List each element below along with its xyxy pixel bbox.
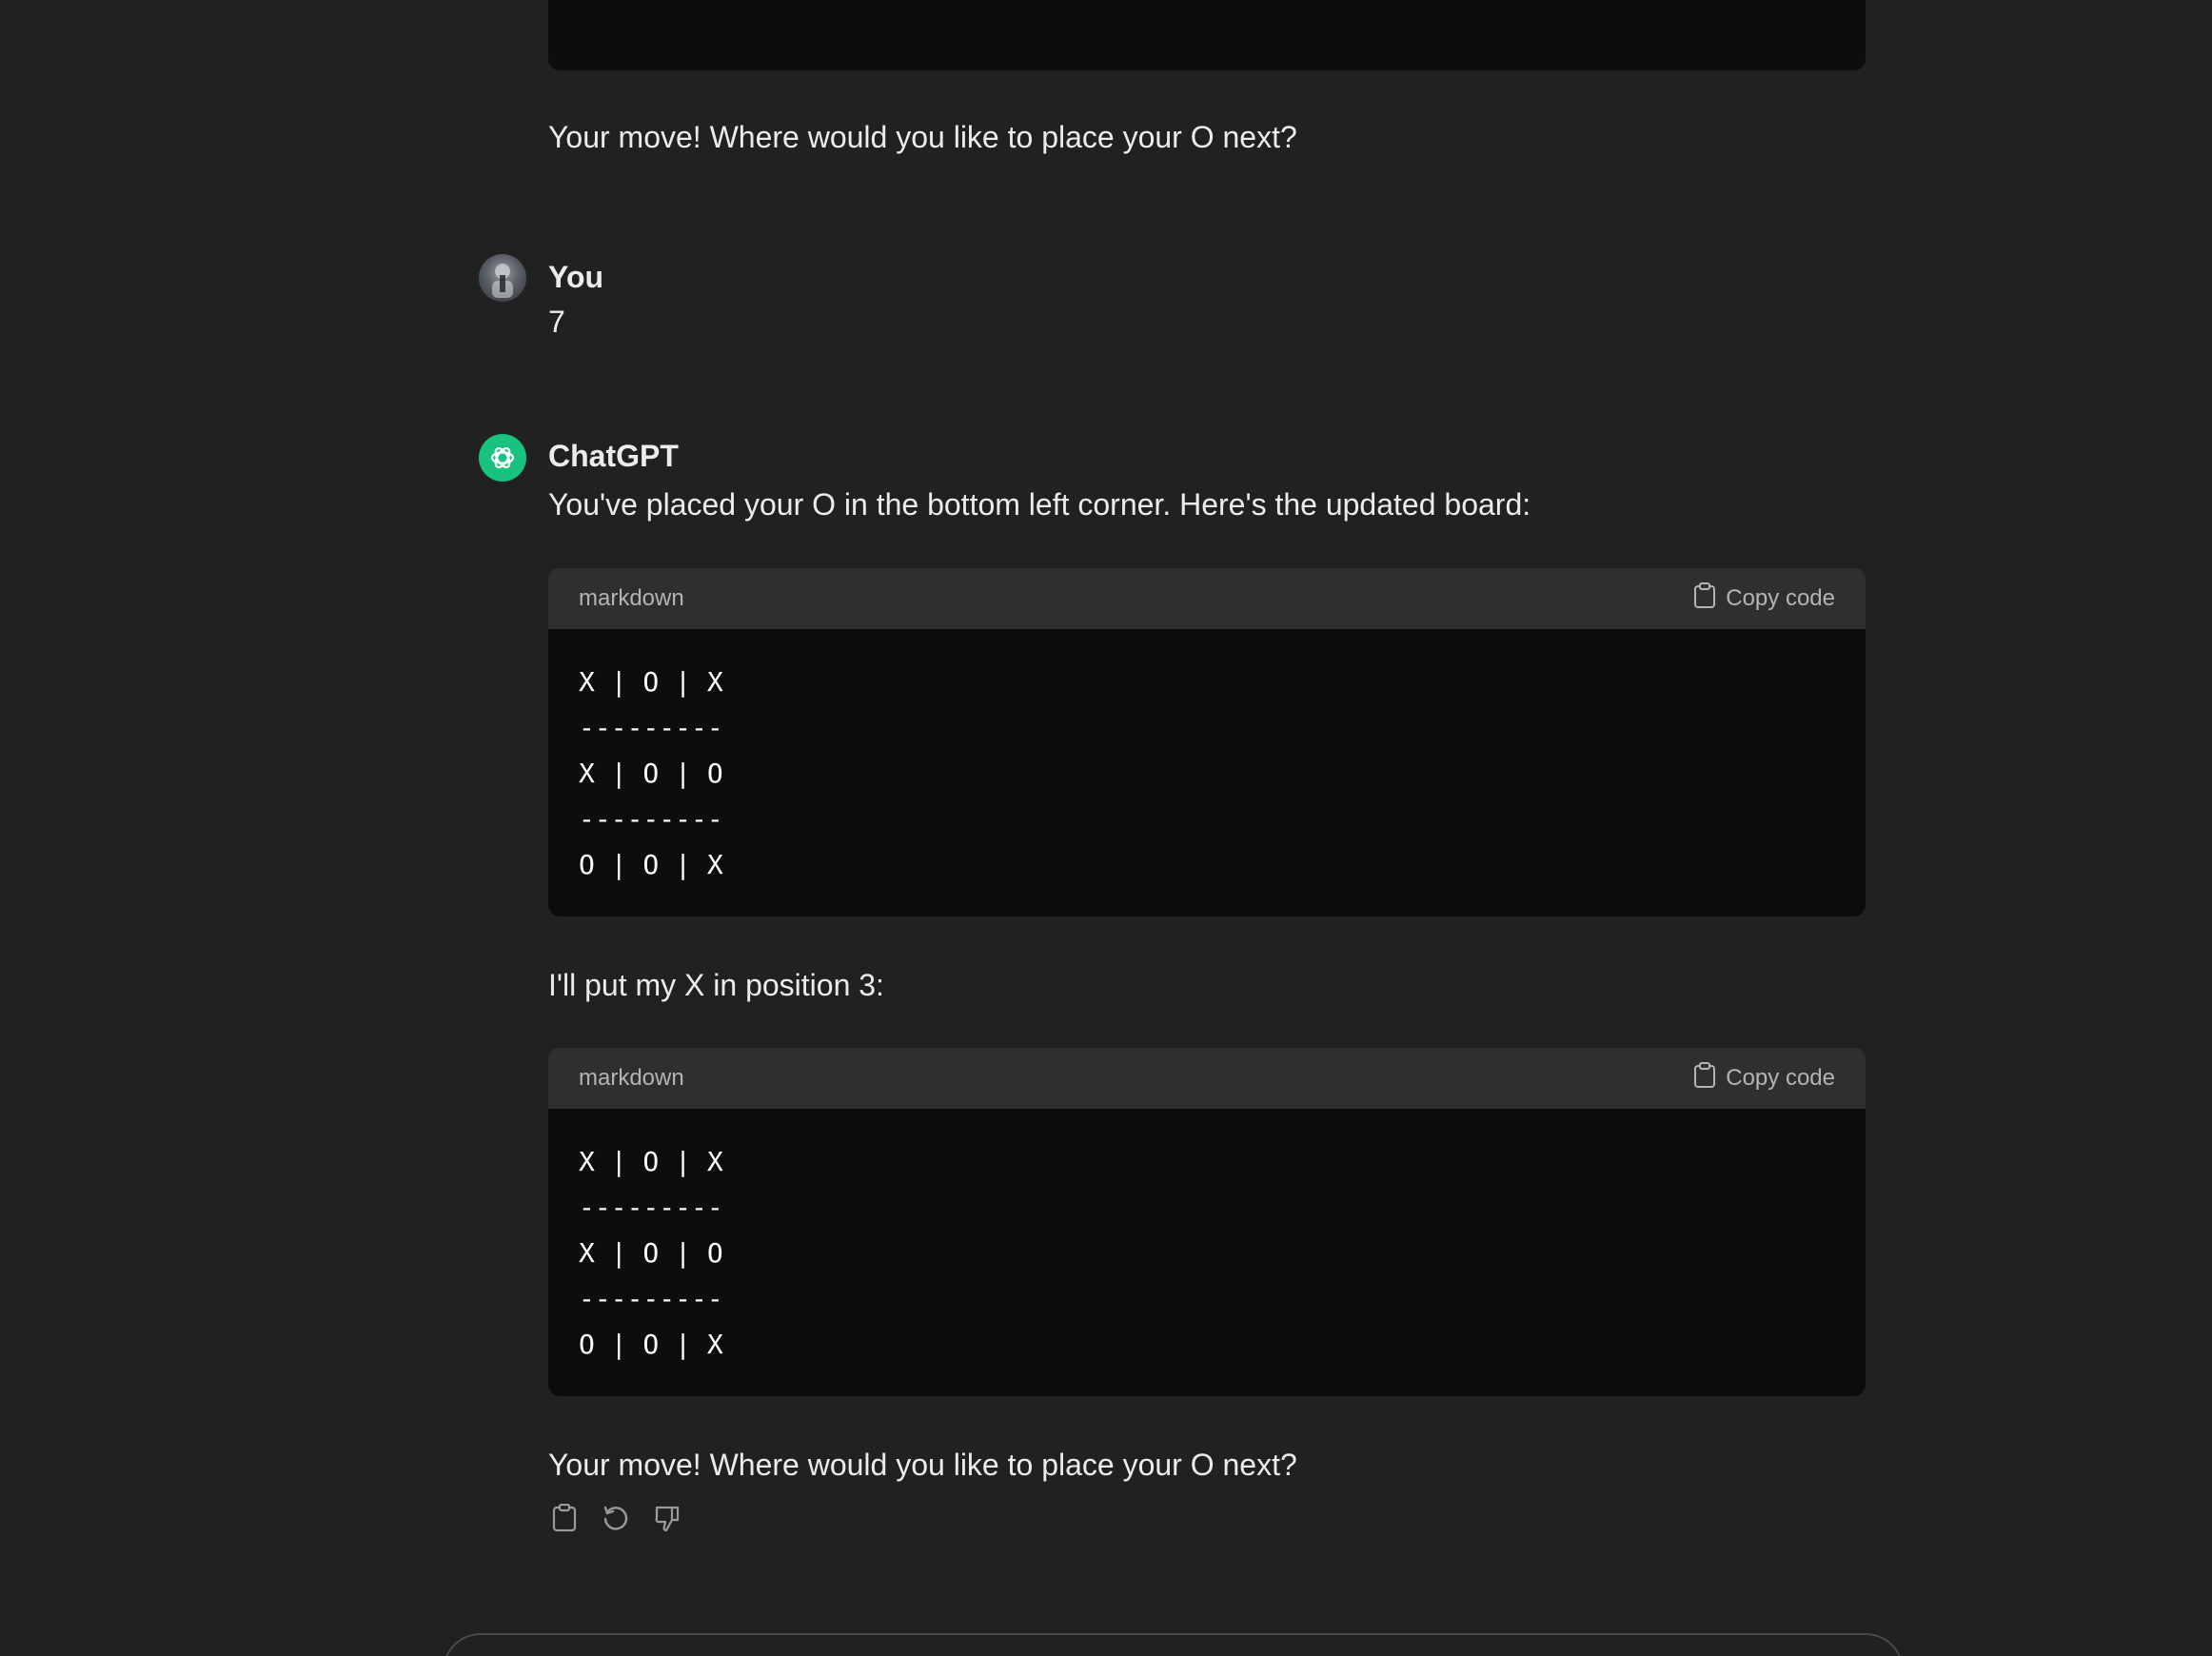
copy-code-button[interactable]: Copy code [1693,582,1835,616]
regenerate-button[interactable] [600,1504,632,1536]
clipboard-icon [552,1503,577,1537]
code-block-header: markdown Copy code [548,1048,1866,1109]
user-author-name: You [548,260,604,294]
code-line: --------- [579,803,723,835]
assistant-outro-text: Your move! Where would you like to place… [548,1448,1297,1482]
code-language-label: markdown [579,1065,684,1091]
code-line: X | O | X [579,1146,723,1177]
user-avatar [479,254,526,302]
copy-code-button[interactable]: Copy code [1693,1061,1835,1095]
message-composer[interactable] [443,1633,1904,1656]
assistant-middle-text: I'll put my X in position 3: [548,968,884,1002]
clipboard-icon [1693,1061,1716,1095]
user-message: 7 [548,305,565,339]
code-block-header: markdown Copy code [548,568,1866,629]
code-content: X | O | X --------- X | O | O --------- O | … [548,1109,1866,1396]
code-line: --------- [579,712,723,743]
thumbs-down-icon [653,1504,681,1537]
assistant-intro-text: You've placed your O in the bottom left … [548,487,1531,522]
clipboard-icon [1693,582,1716,616]
openai-logo-icon [479,434,526,482]
code-line: O | O | X [579,849,723,880]
regenerate-icon [602,1504,630,1537]
previous-code-block [548,0,1866,70]
thumbs-down-button[interactable] [651,1504,683,1536]
code-block: markdown Copy code X | O | X --------- X |… [548,1048,1866,1396]
code-language-label: markdown [579,585,684,611]
code-line: --------- [579,1283,723,1314]
assistant-author-name: ChatGPT [548,439,679,473]
chat-page: Your move! Where would you like to place… [0,0,2212,1656]
copy-code-label: Copy code [1726,585,1835,611]
code-line: X | O | X [579,666,723,698]
copy-code-label: Copy code [1726,1065,1835,1091]
copy-message-button[interactable] [548,1503,581,1537]
code-content: X | O | X --------- X | O | O --------- O | … [548,629,1866,917]
code-block: markdown Copy code X | O | X --------- X |… [548,568,1866,917]
code-line: X | O | O [579,1237,723,1269]
previous-assistant-message: Your move! Where would you like to place… [548,120,1297,154]
message-actions [548,1503,683,1537]
code-line: --------- [579,1192,723,1223]
code-line: X | O | O [579,758,723,789]
code-line: O | O | X [579,1329,723,1360]
